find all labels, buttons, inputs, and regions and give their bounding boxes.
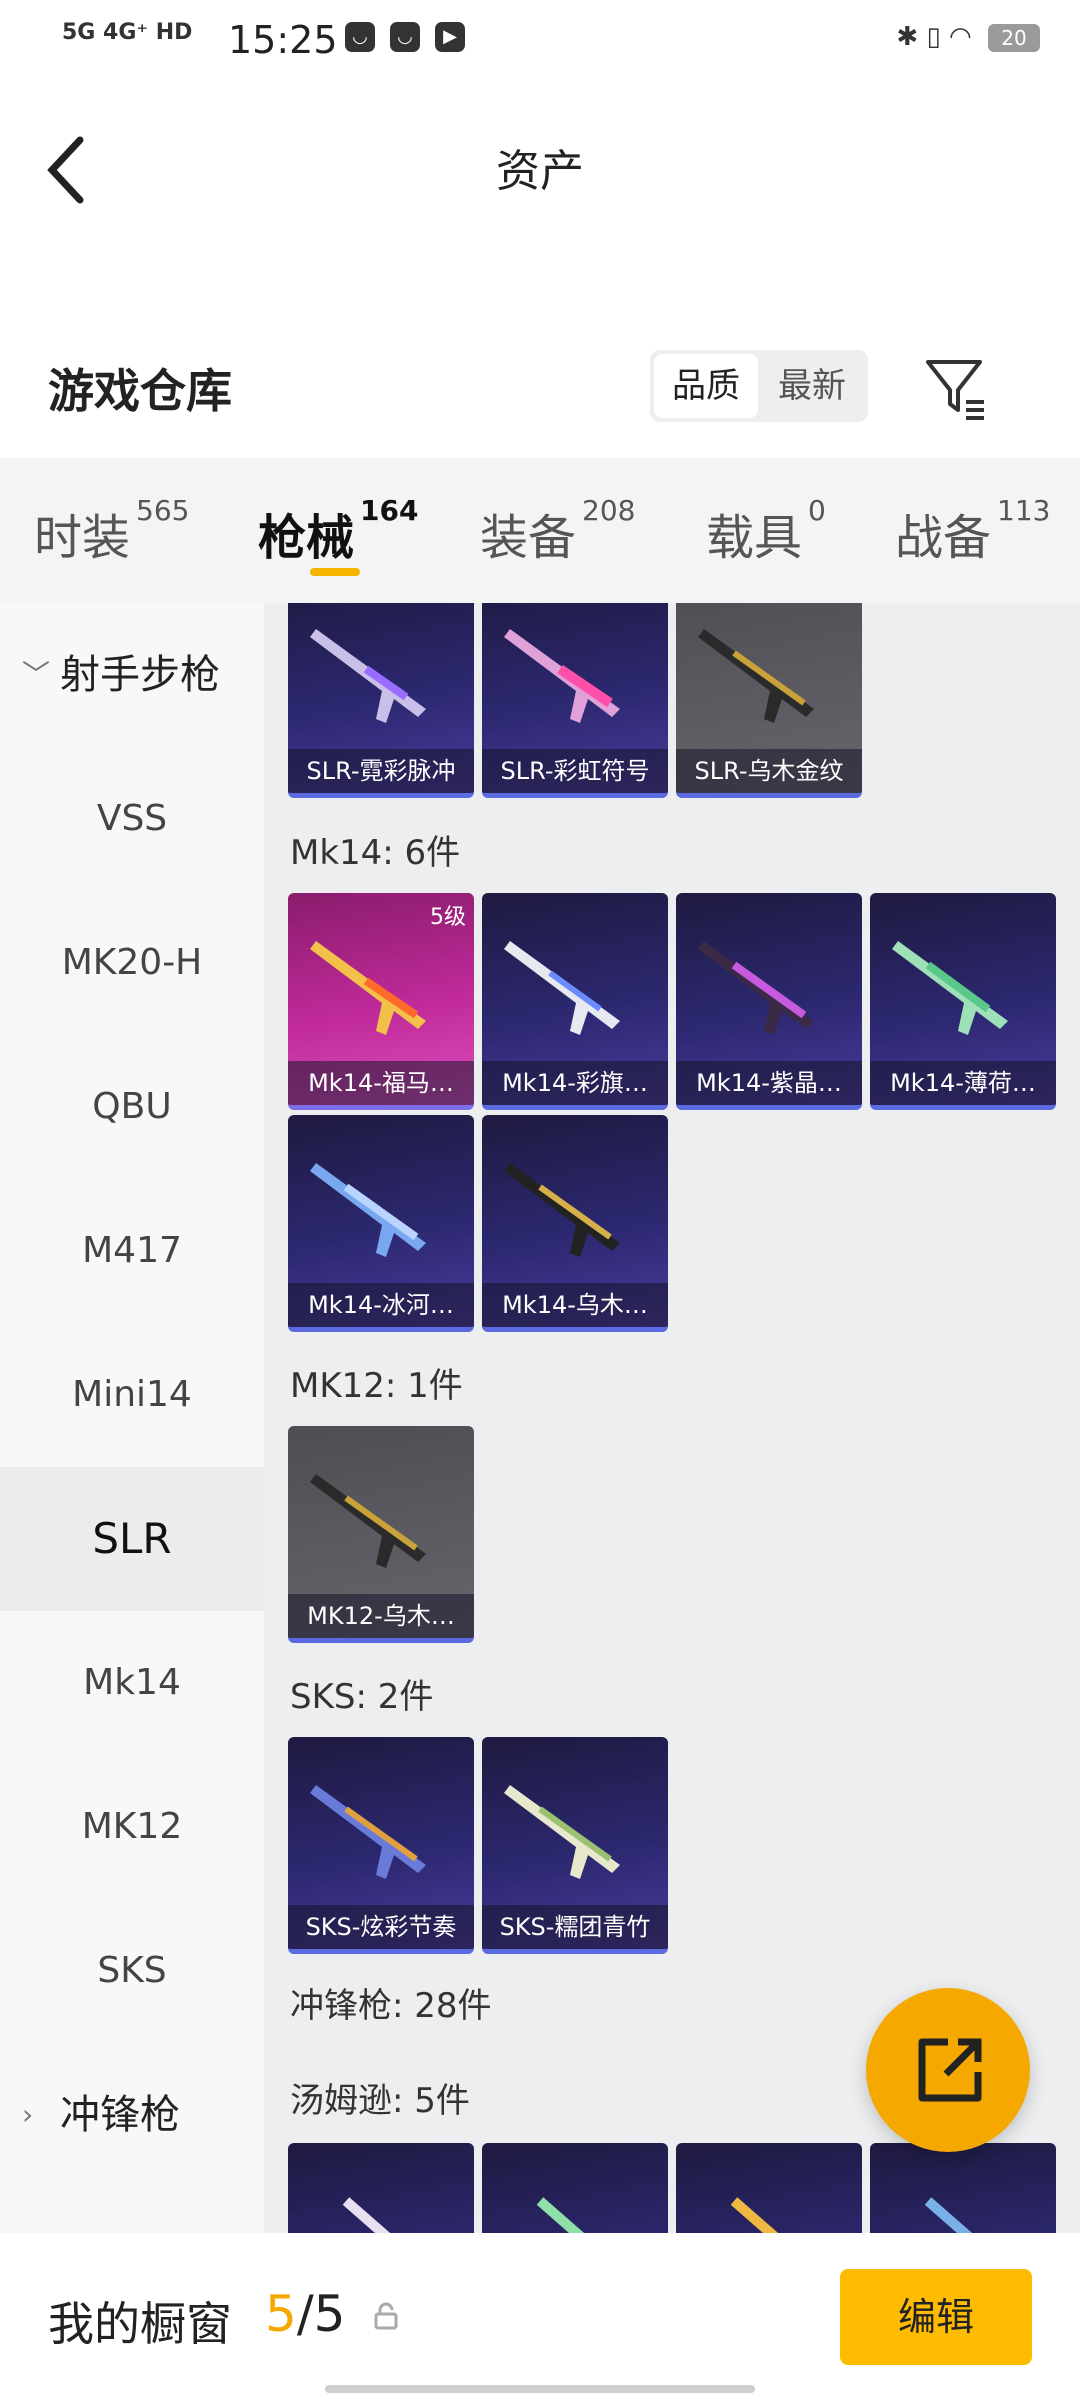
system-status-icons: ✱ ▯ ◠ 20 bbox=[896, 22, 1040, 52]
sort-by-quality-button[interactable]: 品质 bbox=[654, 354, 758, 418]
section-title-mk14: Mk14: 6件 bbox=[290, 833, 461, 873]
sidebar-item-mk20h[interactable]: MK20-H bbox=[0, 891, 264, 1035]
sidebar-item-vss[interactable]: VSS bbox=[0, 747, 264, 891]
filter-button[interactable] bbox=[920, 352, 992, 424]
weapon-sidebar: ﹀ 射手步枪 VSS MK20-H QBU M417 Mini14 SLR Mk1… bbox=[0, 603, 264, 2233]
status-bar: 5G 4G⁺ HD 15:25 ◡ ◡ ▶ ✱ ▯ ◠ 20 bbox=[0, 0, 1080, 80]
section-title-mk12: MK12: 1件 bbox=[290, 1366, 463, 1406]
rifle-icon bbox=[310, 941, 426, 1035]
notification-icon: ◡ bbox=[390, 22, 420, 52]
rifle-icon bbox=[310, 629, 426, 723]
weapon-card[interactable]: MK12-乌木… bbox=[288, 1426, 474, 1643]
rifle-icon bbox=[504, 1785, 620, 1879]
wifi-icon: ◠ bbox=[949, 22, 972, 52]
rifle-icon bbox=[698, 629, 814, 723]
sidebar-item-m417[interactable]: M417 bbox=[0, 1179, 264, 1323]
warehouse-title: 游戏仓库 bbox=[48, 364, 232, 418]
status-time: 15:25 bbox=[228, 18, 338, 62]
rifle-icon bbox=[310, 1785, 426, 1879]
smg-icon bbox=[536, 2197, 585, 2233]
sidebar-item-qbu[interactable]: QBU bbox=[0, 1035, 264, 1179]
sidebar-group-marksman[interactable]: ﹀ 射手步枪 bbox=[0, 603, 264, 747]
filter-icon bbox=[926, 360, 984, 420]
rifle-icon bbox=[504, 941, 620, 1035]
page-title: 资产 bbox=[496, 146, 584, 197]
weapon-card[interactable]: SLR-乌木金纹 bbox=[676, 603, 862, 798]
showcase-bar: 我的橱窗 5/5 编辑 bbox=[0, 2233, 1080, 2400]
sidebar-item-mini14[interactable]: Mini14 bbox=[0, 1323, 264, 1467]
vibrate-icon: ▯ bbox=[926, 22, 941, 52]
rifle-icon bbox=[504, 629, 620, 723]
sort-by-newest-button[interactable]: 最新 bbox=[760, 354, 864, 418]
weapon-card[interactable] bbox=[288, 2143, 474, 2233]
sidebar-item-mk14[interactable]: Mk14 bbox=[0, 1611, 264, 1755]
weapon-card[interactable]: Mk14-薄荷… bbox=[870, 893, 1056, 1110]
section-title-thompson: 汤姆逊: 5件 bbox=[290, 2081, 470, 2121]
weapon-card[interactable] bbox=[482, 2143, 668, 2233]
weapon-card[interactable]: SKS-炫彩节奏 bbox=[288, 1737, 474, 1954]
smg-icon bbox=[342, 2197, 391, 2233]
edit-button[interactable]: 编辑 bbox=[840, 2269, 1032, 2365]
sidebar-group-smg[interactable]: › 冲锋枪 bbox=[0, 2043, 264, 2187]
lock-icon bbox=[374, 2302, 398, 2330]
weapon-card[interactable]: SLR-霓彩脉冲 bbox=[288, 603, 474, 798]
sidebar-item-slr[interactable]: SLR bbox=[0, 1467, 264, 1611]
weapon-card[interactable]: Mk14-彩旗… bbox=[482, 893, 668, 1110]
bluetooth-icon: ✱ bbox=[896, 22, 919, 52]
tab-vehicles[interactable]: 载具 0 bbox=[706, 494, 826, 568]
tab-firearms[interactable]: 枪械 164 bbox=[258, 494, 418, 568]
weapon-card[interactable]: SLR-彩虹符号 bbox=[482, 603, 668, 798]
sort-toggle: 品质 最新 bbox=[650, 350, 868, 422]
weapon-card[interactable] bbox=[870, 2143, 1056, 2233]
tab-fashion[interactable]: 时装 565 bbox=[34, 494, 189, 568]
home-indicator bbox=[325, 2385, 755, 2393]
notification-icon: ◡ bbox=[345, 22, 375, 52]
weapon-card[interactable]: 5级 Mk14-福马… bbox=[288, 893, 474, 1110]
rifle-icon bbox=[310, 1163, 426, 1257]
rifle-icon bbox=[892, 941, 1008, 1035]
weapon-card[interactable]: SKS-糯团青竹 bbox=[482, 1737, 668, 1954]
showcase-count: 5/5 bbox=[265, 2285, 346, 2343]
chevron-down-icon: ﹀ bbox=[22, 658, 51, 691]
tab-equipment[interactable]: 装备 208 bbox=[480, 494, 635, 568]
sidebar-item-mk12[interactable]: MK12 bbox=[0, 1755, 264, 1899]
rifle-icon bbox=[310, 1474, 426, 1568]
chevron-right-icon: › bbox=[22, 2098, 34, 2131]
weapon-card[interactable]: Mk14-冰河… bbox=[288, 1115, 474, 1332]
section-title-sks: SKS: 2件 bbox=[290, 1677, 434, 1717]
weapon-card[interactable] bbox=[676, 2143, 862, 2233]
weapon-card[interactable]: Mk14-紫晶… bbox=[676, 893, 862, 1110]
showcase-label: 我的橱窗 bbox=[48, 2297, 232, 2351]
video-app-icon: ▶ bbox=[435, 22, 465, 52]
smg-icon bbox=[730, 2197, 779, 2233]
rifle-icon bbox=[504, 1163, 620, 1257]
active-tab-indicator bbox=[310, 568, 360, 576]
rifle-icon bbox=[698, 941, 814, 1035]
share-button[interactable] bbox=[866, 1988, 1030, 2152]
category-tabs: 时装 565 枪械 164 装备 208 载具 0 战备 113 bbox=[0, 458, 1080, 603]
tab-supplies[interactable]: 战备 113 bbox=[895, 494, 1050, 568]
share-icon bbox=[918, 2038, 982, 2102]
sidebar-item-sks[interactable]: SKS bbox=[0, 1899, 264, 2043]
signal-indicator: 5G 4G⁺ HD bbox=[62, 20, 193, 45]
weapon-card[interactable]: Mk14-乌木… bbox=[482, 1115, 668, 1332]
smg-icon bbox=[924, 2197, 973, 2233]
section-title-smg: 冲锋枪: 28件 bbox=[290, 1986, 492, 2026]
battery-icon: 20 bbox=[988, 23, 1040, 52]
